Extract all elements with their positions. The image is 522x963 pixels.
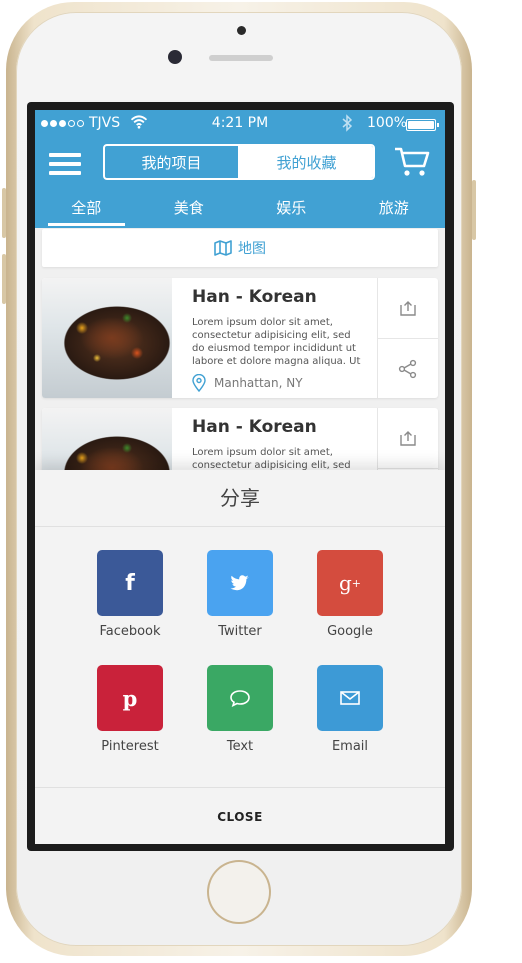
front-camera [168,50,182,64]
category-tab-food[interactable]: 美食 [138,194,241,228]
upload-button[interactable] [378,408,438,469]
share-pinterest[interactable]: p Pinterest [80,665,180,754]
cart-icon[interactable] [394,146,430,178]
share-twitter-label: Twitter [218,624,262,639]
earpiece-speaker [209,55,273,61]
category-tab-all[interactable]: 全部 [35,194,138,228]
card-actions [377,278,438,398]
map-button[interactable]: 地图 [42,229,438,267]
app-header: TJVS 4:21 PM 100% 我的项目 我的收藏 全部 美食 娱乐 旅游 [35,110,445,228]
share-text-label: Text [226,739,254,754]
listing-thumbnail [42,278,172,398]
share-facebook[interactable]: f Facebook [80,550,180,639]
screen: TJVS 4:21 PM 100% 我的项目 我的收藏 全部 美食 娱乐 旅游 … [35,110,445,844]
pinterest-icon: p [97,665,163,731]
facebook-icon: f [97,550,163,616]
sensor-dot [237,26,246,35]
map-button-label: 地图 [238,241,266,257]
volume-button [2,254,6,304]
location-pin-icon [192,374,206,392]
listing-card[interactable]: Han - Korean Lorem ipsum dolor sit amet,… [42,278,438,398]
share-google[interactable]: g + Google [300,550,400,639]
share-button[interactable] [378,339,438,398]
home-button[interactable] [209,862,269,922]
battery-icon [406,119,439,131]
close-button[interactable]: CLOSE [35,787,445,844]
status-bar: TJVS 4:21 PM 100% [35,110,445,138]
share-sheet-title: 分享 [35,470,445,527]
twitter-icon [207,550,273,616]
location-text: Manhattan, NY [214,376,303,390]
hamburger-menu-icon[interactable] [49,153,81,175]
power-button [472,180,476,240]
share-pinterest-label: Pinterest [101,739,159,754]
share-sheet: 分享 f Facebook Twitter g + Google p Pinter… [35,470,445,844]
segmented-control: 我的项目 我的收藏 [103,144,375,180]
chat-bubble-icon [207,665,273,731]
share-icon [398,359,417,379]
bluetooth-icon [342,114,353,132]
share-google-label: Google [327,624,373,639]
volume-button [2,188,6,238]
listing-description: Lorem ipsum dolor sit amet, consectetur … [192,317,361,367]
listing-title: Han - Korean [192,417,317,437]
tab-my-projects[interactable]: 我的项目 [105,146,240,178]
listing-location: Manhattan, NY [192,374,303,392]
share-twitter[interactable]: Twitter [190,550,290,639]
category-tab-travel[interactable]: 旅游 [343,194,446,228]
share-facebook-label: Facebook [99,624,161,639]
tab-my-favorites[interactable]: 我的收藏 [240,146,373,178]
upload-icon [400,301,416,316]
battery-percent: 100% [367,115,408,131]
share-text[interactable]: Text [190,665,290,754]
upload-button[interactable] [378,278,438,339]
listing-title: Han - Korean [192,287,317,307]
upload-icon [400,431,416,446]
map-icon [214,240,232,256]
category-tab-entertainment[interactable]: 娱乐 [240,194,343,228]
share-email-label: Email [331,739,369,754]
google-plus-icon: g + [317,550,383,616]
category-tabs: 全部 美食 娱乐 旅游 [35,194,445,228]
share-email[interactable]: Email [300,665,400,754]
envelope-icon [317,665,383,731]
